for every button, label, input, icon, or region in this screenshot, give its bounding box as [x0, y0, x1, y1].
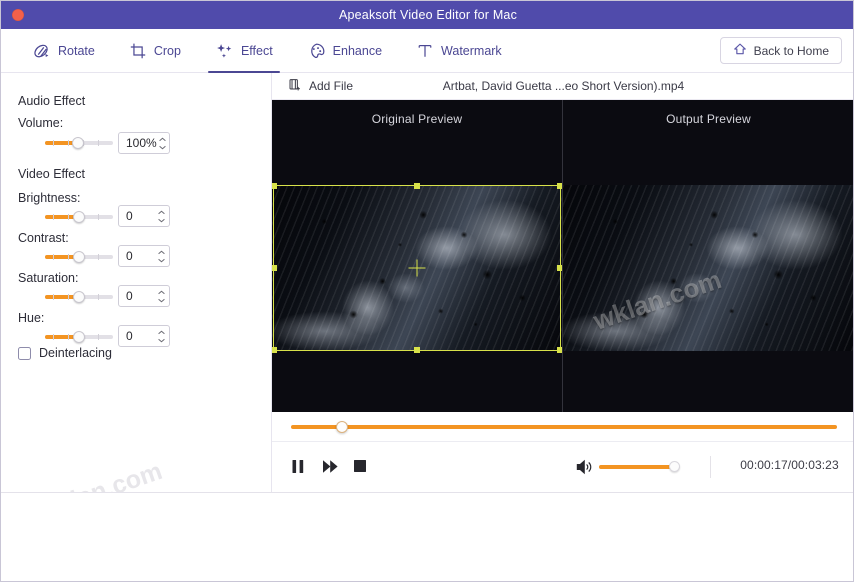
- tab-crop-label: Crop: [153, 44, 181, 58]
- playback-progress-container: [272, 412, 853, 442]
- output-preview-label: Output Preview: [666, 112, 751, 126]
- timecode-display: 00:00:17/00:03:23: [740, 458, 839, 472]
- current-file-name: Artbat, David Guetta ...eo Short Version…: [442, 79, 685, 93]
- tab-list: Rotate Crop Effect Enhance Watermark: [15, 29, 519, 73]
- tab-rotate[interactable]: Rotate: [15, 29, 112, 73]
- brightness-value: 0: [126, 209, 133, 223]
- hue-label: Hue:: [18, 311, 45, 325]
- output-preview-pane[interactable]: Output Preview wklan.com: [563, 100, 853, 412]
- add-file-button[interactable]: Add File: [288, 78, 353, 95]
- original-preview-pane[interactable]: Original Preview: [272, 100, 563, 412]
- tab-effect-label: Effect: [240, 44, 273, 58]
- hue-stepper-arrows[interactable]: [154, 326, 169, 346]
- contrast-label: Contrast:: [18, 231, 69, 245]
- tab-rotate-label: Rotate: [58, 44, 95, 58]
- crop-icon: [129, 42, 147, 60]
- file-bar: Add File Artbat, David Guetta ...eo Shor…: [272, 73, 853, 100]
- checkbox-box-icon: [18, 346, 31, 360]
- tab-watermark-label: Watermark: [441, 44, 502, 58]
- app-window: Apeaksoft Video Editor for Mac Rotate Cr…: [0, 0, 854, 582]
- volume-stepper-arrows[interactable]: [157, 133, 169, 153]
- stop-button[interactable]: [353, 459, 370, 475]
- tab-enhance[interactable]: Enhance: [290, 29, 399, 73]
- audio-effect-heading: Audio Effect: [18, 94, 86, 108]
- contrast-stepper[interactable]: 0: [118, 245, 170, 267]
- pause-button[interactable]: [291, 459, 308, 475]
- tab-effect[interactable]: Effect: [198, 29, 290, 73]
- brightness-slider[interactable]: [45, 211, 113, 223]
- volume-slider[interactable]: [45, 137, 113, 149]
- add-file-label: Add File: [309, 79, 354, 93]
- speaker-icon[interactable]: [576, 459, 594, 480]
- playback-progress-thumb[interactable]: [335, 421, 348, 433]
- transport-divider: [710, 456, 711, 478]
- brightness-label: Brightness:: [18, 191, 81, 205]
- volume-level-thumb[interactable]: [668, 461, 680, 472]
- hue-slider[interactable]: [45, 331, 113, 343]
- window-title: Apeaksoft Video Editor for Mac: [338, 8, 518, 22]
- back-to-home-button[interactable]: Back to Home: [719, 37, 842, 64]
- close-button[interactable]: [12, 9, 24, 21]
- add-file-icon: [288, 78, 302, 95]
- home-icon: [733, 42, 747, 59]
- video-effect-heading: Video Effect: [18, 167, 85, 181]
- brightness-stepper-arrows[interactable]: [154, 206, 169, 226]
- watermark-icon: [416, 42, 434, 60]
- output-video-frame: wklan.com: [563, 185, 853, 351]
- tab-crop[interactable]: Crop: [112, 29, 198, 73]
- saturation-stepper-arrows[interactable]: [154, 286, 169, 306]
- sidebar-watermark: wklan.com: [35, 456, 166, 492]
- contrast-stepper-arrows[interactable]: [154, 246, 169, 266]
- hue-stepper[interactable]: 0: [118, 325, 170, 347]
- rotate-icon: [32, 42, 51, 61]
- volume-value: 100%: [126, 136, 157, 150]
- deinterlacing-checkbox[interactable]: Deinterlacing: [18, 346, 112, 360]
- brightness-stepper[interactable]: 0: [118, 205, 170, 227]
- output-bar: Output Format: MPEG-4 Video (*.mp4) Sett…: [1, 492, 853, 581]
- toolbar: Rotate Crop Effect Enhance Watermark Bac…: [1, 29, 853, 73]
- enhance-icon: [307, 42, 326, 61]
- back-to-home-label: Back to Home: [753, 43, 829, 58]
- playback-progress-slider[interactable]: [291, 421, 837, 433]
- tab-watermark[interactable]: Watermark: [399, 29, 519, 73]
- saturation-value: 0: [126, 289, 133, 303]
- contrast-value: 0: [126, 249, 133, 263]
- volume-label: Volume:: [18, 116, 64, 130]
- original-preview-label: Original Preview: [371, 112, 463, 126]
- fast-forward-button[interactable]: [322, 459, 339, 475]
- title-bar: Apeaksoft Video Editor for Mac: [1, 1, 853, 29]
- tab-enhance-label: Enhance: [332, 44, 383, 58]
- deinterlacing-label: Deinterlacing: [39, 346, 112, 360]
- contrast-slider[interactable]: [45, 251, 113, 263]
- saturation-stepper[interactable]: 0: [118, 285, 170, 307]
- media-panel: Add File Artbat, David Guetta ...eo Shor…: [272, 73, 853, 492]
- hue-value: 0: [126, 329, 133, 343]
- saturation-slider[interactable]: [45, 291, 113, 303]
- original-video-frame: [272, 185, 562, 351]
- preview-stage: Original Preview Output Preview wklan.co…: [272, 100, 853, 412]
- saturation-label: Saturation:: [18, 271, 79, 285]
- transport-controls: 00:00:17/00:03:23: [272, 442, 853, 492]
- effect-sidebar: wklan.com Audio Effect Volume: 100% Vide…: [1, 73, 272, 492]
- volume-stepper[interactable]: 100%: [118, 132, 170, 154]
- volume-level-slider[interactable]: [599, 461, 680, 472]
- effect-icon: [215, 42, 234, 61]
